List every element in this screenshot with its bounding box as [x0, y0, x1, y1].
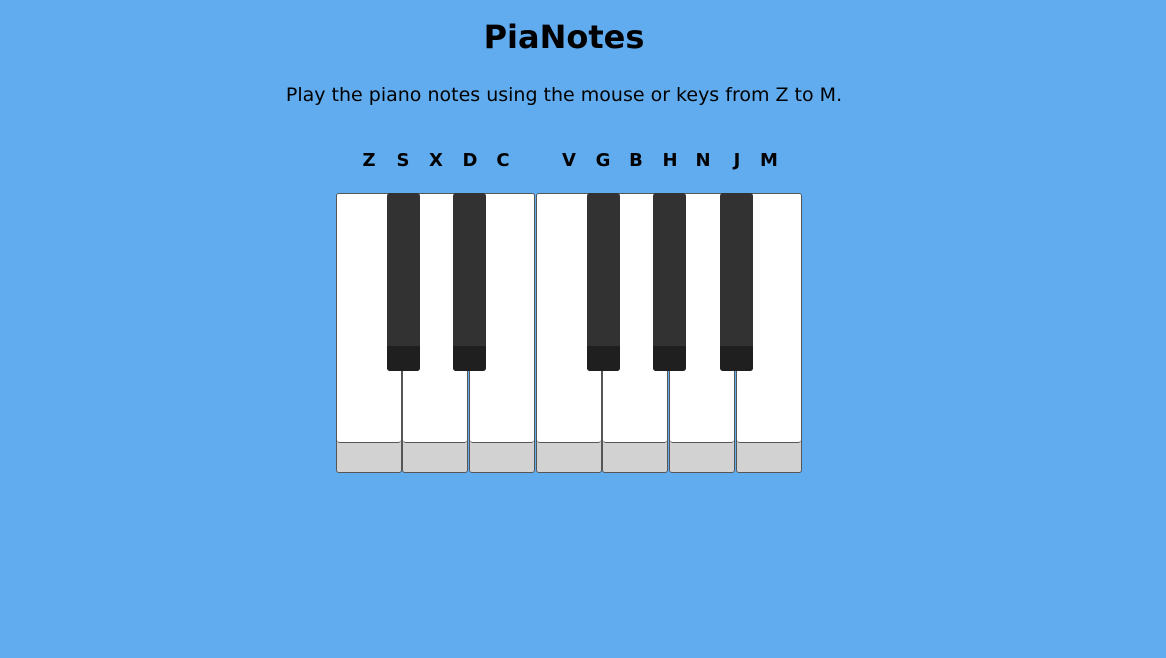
key-hint-d: D: [462, 150, 478, 171]
key-hint-v: V: [562, 150, 576, 171]
key-hint-h: H: [662, 150, 678, 171]
key-hint-m: M: [760, 150, 778, 171]
key-hint-j: J: [733, 150, 741, 171]
key-hint-n: N: [695, 150, 711, 171]
key-hint-c: C: [496, 150, 510, 171]
black-key-j[interactable]: [720, 193, 753, 371]
black-key-s[interactable]: [387, 193, 420, 371]
black-key-d[interactable]: [453, 193, 486, 371]
black-key-g[interactable]: [587, 193, 620, 371]
black-key-h[interactable]: [653, 193, 686, 371]
black-key-base: [587, 346, 620, 371]
instructions-text: Play the piano notes using the mouse or …: [285, 84, 843, 106]
key-hint-b: B: [629, 150, 643, 171]
key-hint-row: Z S X D C V G B H N J M: [0, 148, 1166, 174]
app-title: PiaNotes: [483, 18, 645, 56]
key-hint-g: G: [595, 150, 611, 171]
key-hint-s: S: [396, 150, 410, 171]
black-key-base: [720, 346, 753, 371]
black-key-base: [453, 346, 486, 371]
key-hint-x: X: [429, 150, 443, 171]
black-key-base: [387, 346, 420, 371]
piano-keyboard: [336, 193, 803, 474]
black-key-base: [653, 346, 686, 371]
key-hint-z: Z: [362, 150, 376, 171]
